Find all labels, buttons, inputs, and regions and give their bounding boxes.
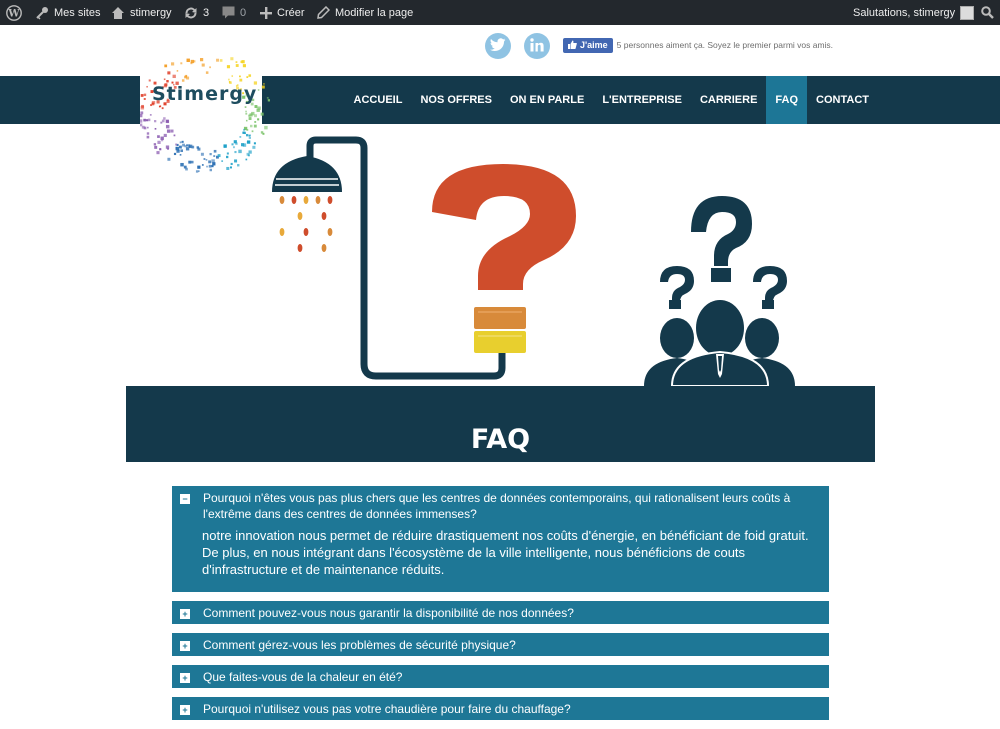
nav-item-entreprise[interactable]: L'ENTREPRISE — [593, 76, 691, 124]
logo-text: Stimergy — [152, 83, 258, 105]
minus-icon: − — [180, 494, 190, 504]
page-title: FAQ — [470, 423, 531, 455]
faq-question: Pourquoi n'utilisez vous pas votre chaud… — [203, 702, 571, 716]
faq-question-toggle[interactable]: + Que faites-vous de la chaleur en été? — [172, 665, 829, 688]
edit-page-link[interactable]: Modifier la page — [317, 0, 413, 25]
comments-count: 0 — [240, 6, 247, 19]
search-icon — [981, 6, 994, 19]
edit-page-label: Modifier la page — [335, 6, 414, 19]
pencil-icon — [317, 6, 330, 19]
avatar — [960, 5, 975, 20]
wordpress-icon: W — [6, 4, 22, 21]
site-name-menu[interactable]: stimergy — [111, 0, 172, 25]
faq-question-toggle[interactable]: + Comment gérez-vous les problèmes de sé… — [172, 633, 829, 656]
plus-icon: + — [180, 705, 190, 715]
faq-question-toggle[interactable]: + Pourquoi n'utilisez vous pas votre cha… — [172, 697, 829, 720]
nav-item-accueil[interactable]: ACCUEIL — [345, 76, 412, 124]
nav-item-nos-offres[interactable]: NOS OFFRES — [411, 76, 501, 124]
facebook-thumb-icon — [568, 40, 577, 51]
home-icon — [111, 6, 125, 20]
updates-count: 3 — [203, 6, 210, 19]
faq-question: Comment pouvez-vous nous garantir la dis… — [203, 606, 574, 620]
nav-item-contact[interactable]: CONTACT — [807, 76, 878, 124]
facebook-like-button[interactable]: J'aime — [563, 37, 613, 53]
faq-answer: notre innovation nous permet de réduire … — [202, 528, 809, 577]
wordpress-menu[interactable]: W — [6, 0, 22, 25]
greeting-label: Salutations, stimergy — [853, 6, 956, 19]
svg-text:W: W — [7, 8, 20, 19]
faq-question-toggle[interactable]: − Pourquoi n'êtes vous pas plus chers qu… — [172, 486, 829, 525]
my-sites-label: Mes sites — [54, 6, 101, 19]
faq-item: + Comment pouvez-vous nous garantir la d… — [172, 601, 829, 624]
linkedin-link[interactable] — [524, 33, 550, 59]
new-content-menu[interactable]: Créer — [260, 0, 305, 25]
site-name-label: stimergy — [130, 6, 172, 19]
linkedin-icon — [530, 37, 544, 55]
nav-item-faq[interactable]: FAQ — [766, 76, 808, 124]
refresh-icon — [184, 6, 198, 20]
faq-item: + Comment gérez-vous les problèmes de sé… — [172, 633, 829, 656]
comments-menu[interactable]: 0 — [222, 0, 246, 25]
facebook-like-widget: J'aime 5 personnes aiment ça. Soyez le p… — [563, 37, 833, 53]
updates-menu[interactable]: 3 — [184, 0, 209, 25]
plus-icon: + — [180, 673, 190, 683]
plus-icon: + — [180, 609, 190, 619]
twitter-icon — [490, 37, 506, 55]
my-account-menu[interactable]: Salutations, stimergy — [853, 0, 975, 25]
people-illustration — [644, 196, 795, 387]
key-icon — [35, 6, 49, 20]
hero-illustration — [126, 124, 875, 387]
faq-item: + Pourquoi n'utilisez vous pas votre cha… — [172, 697, 829, 720]
twitter-link[interactable] — [485, 33, 511, 59]
my-sites-menu[interactable]: Mes sites — [35, 0, 100, 25]
comment-icon — [222, 6, 235, 19]
plus-icon — [260, 6, 272, 19]
main-menu: ACCUEIL NOS OFFRES ON EN PARLE L'ENTREPR… — [345, 76, 878, 124]
faq-item: − Pourquoi n'êtes vous pas plus chers qu… — [172, 486, 829, 592]
faq-question: Que faites-vous de la chaleur en été? — [203, 670, 403, 684]
facebook-like-label: J'aime — [580, 40, 608, 50]
facebook-like-count: 5 personnes aiment ça. Soyez le premier … — [616, 40, 834, 50]
plus-icon: + — [180, 641, 190, 651]
faq-accordion: − Pourquoi n'êtes vous pas plus chers qu… — [172, 486, 829, 729]
question-mark-illustration — [432, 164, 576, 353]
faq-question: Comment gérez-vous les problèmes de sécu… — [203, 638, 516, 652]
wp-admin-bar: W Mes sites stimergy 3 0 Créer Modifier … — [0, 0, 1000, 25]
faq-item: + Que faites-vous de la chaleur en été? — [172, 665, 829, 688]
search-button[interactable] — [981, 0, 994, 25]
page-title-banner: FAQ — [126, 386, 875, 462]
nav-item-carriere[interactable]: CARRIERE — [691, 76, 766, 124]
faq-question-toggle[interactable]: + Comment pouvez-vous nous garantir la d… — [172, 601, 829, 624]
create-label: Créer — [277, 6, 305, 19]
nav-item-on-en-parle[interactable]: ON EN PARLE — [501, 76, 593, 124]
faq-question: Pourquoi n'êtes vous pas plus chers que … — [203, 491, 791, 521]
